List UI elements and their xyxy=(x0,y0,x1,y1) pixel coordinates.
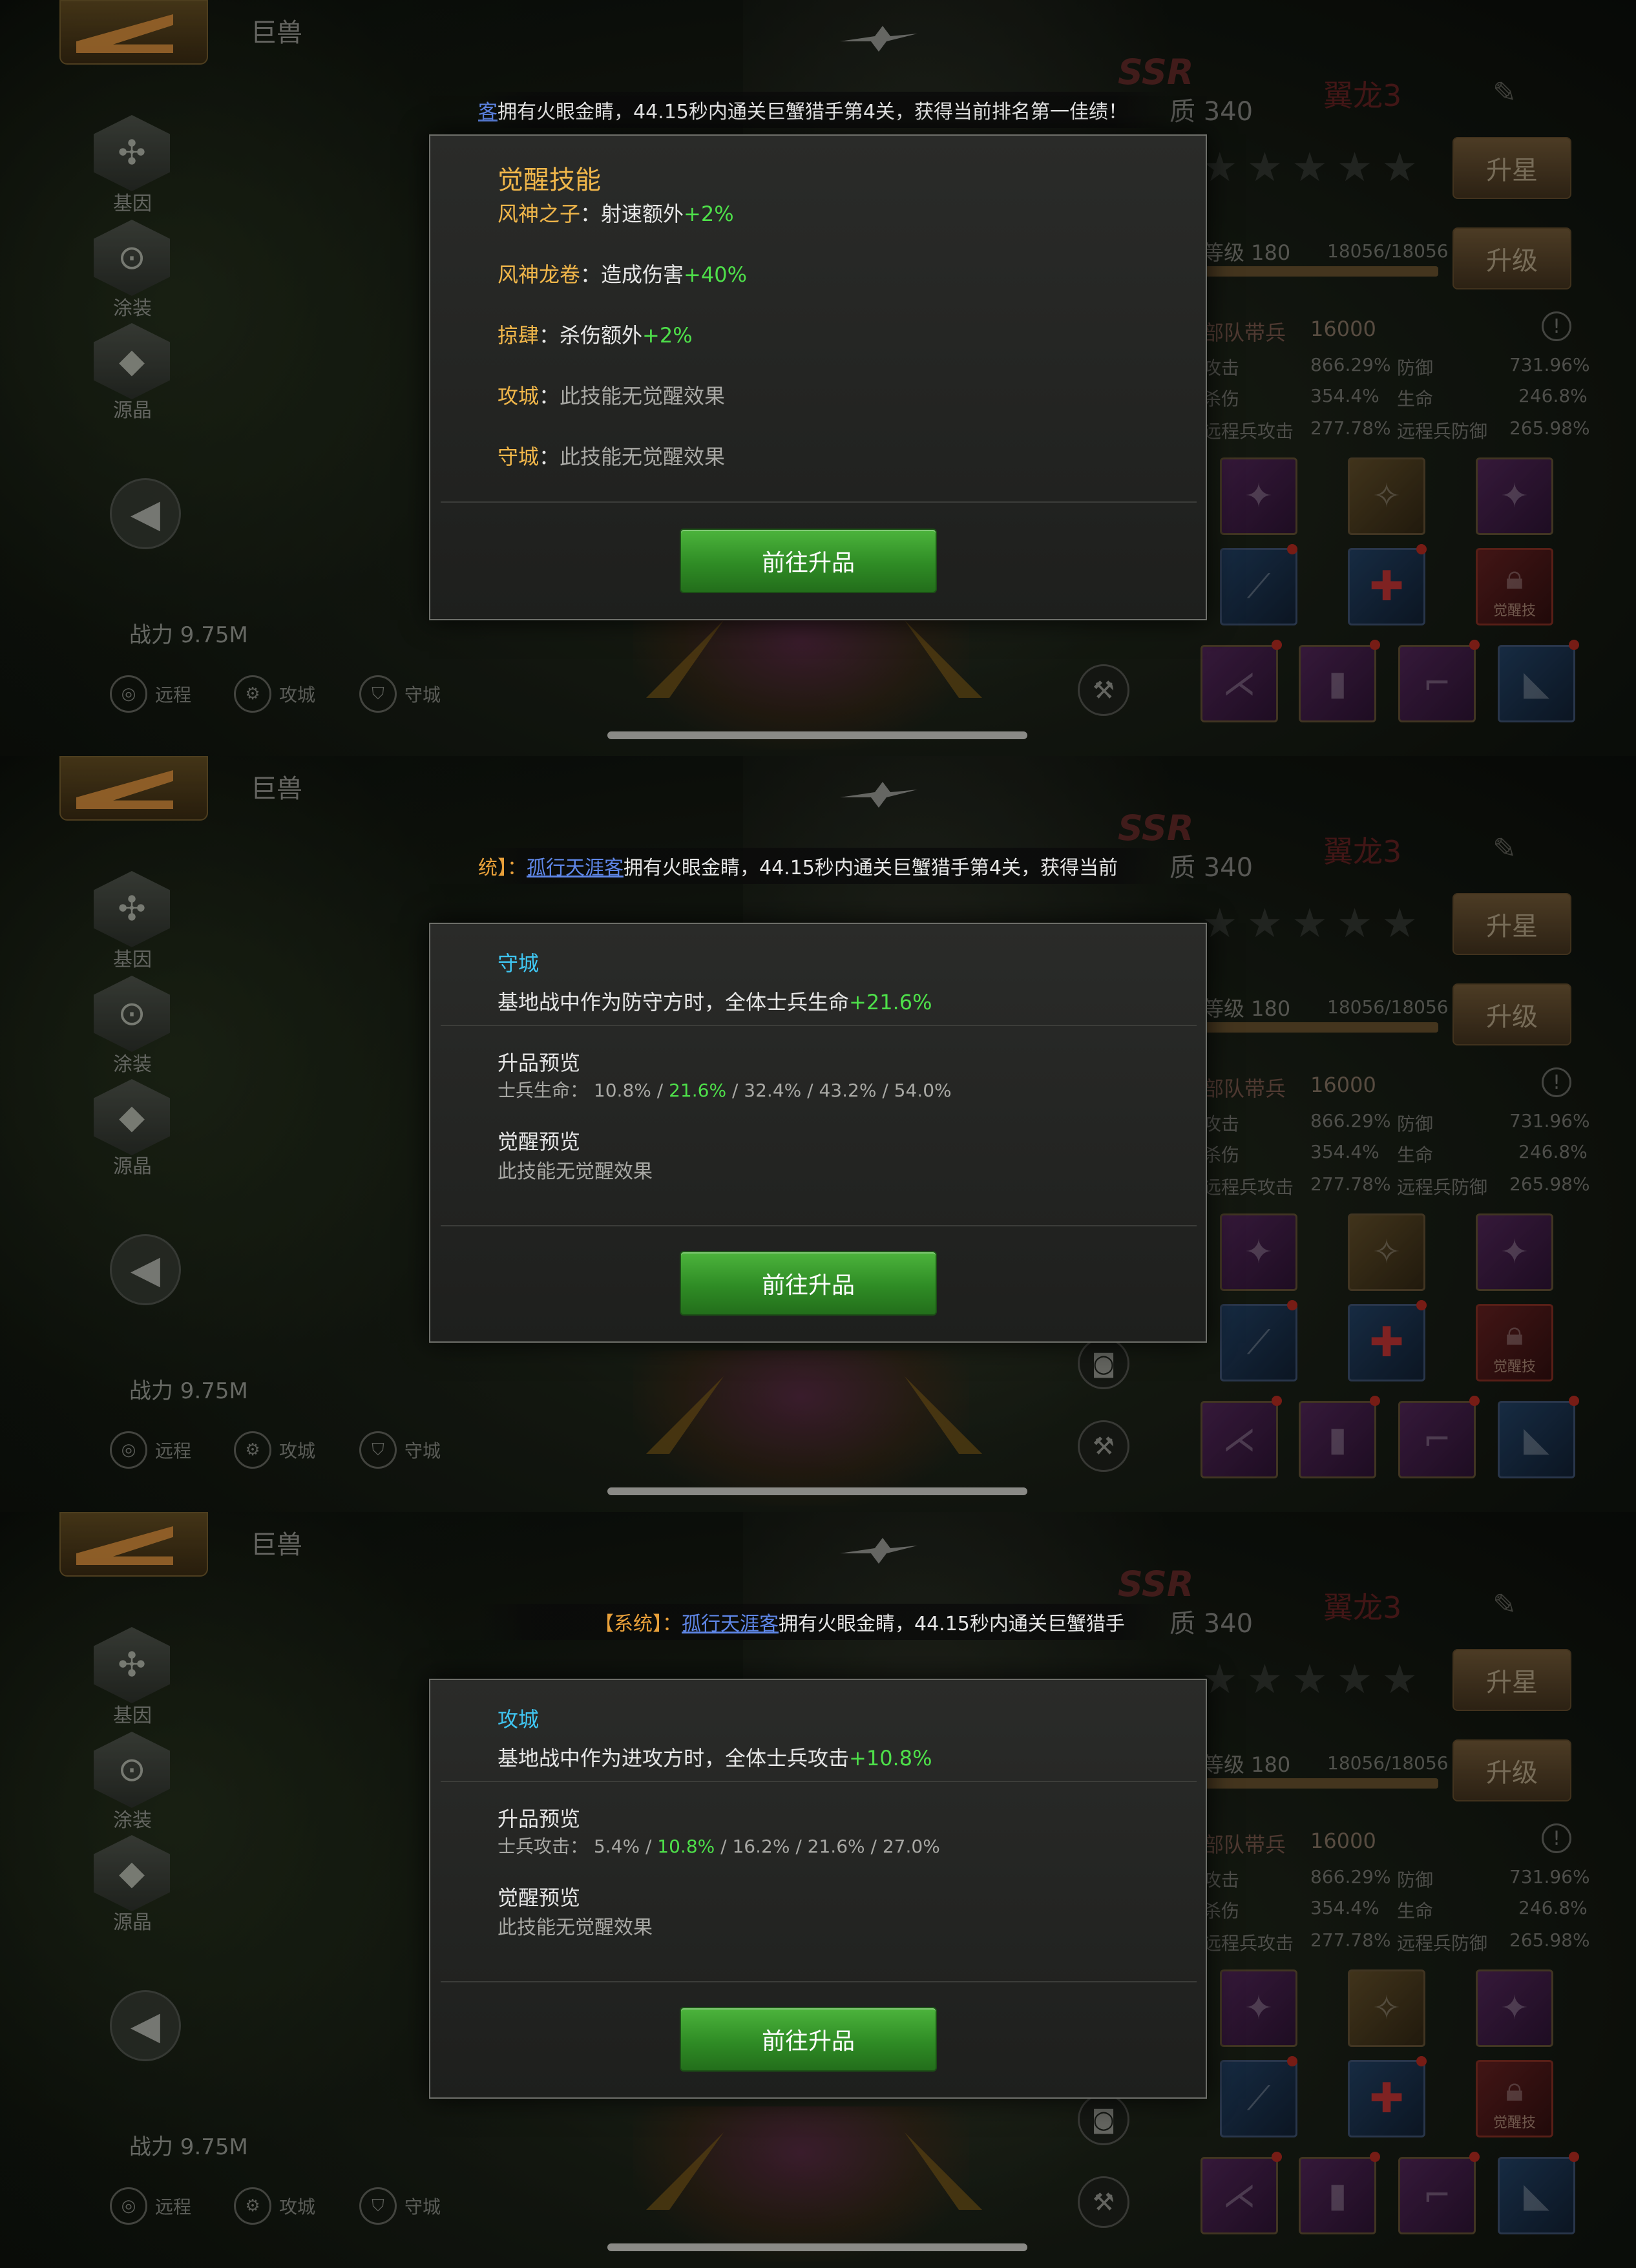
skill-sep: ： xyxy=(539,384,560,408)
go-upgrade-button[interactable]: 前往升品 xyxy=(680,529,937,593)
skill-line: 风神之子：射速额外+2% xyxy=(498,198,734,227)
awaken-title: 觉醒预览 xyxy=(498,1885,581,1910)
dialog-divider xyxy=(441,1225,1197,1226)
preview-value-current: 21.6% xyxy=(669,1080,727,1101)
skill-name: 掠肆 xyxy=(498,323,540,348)
broadcast-prefix: 统】： xyxy=(478,857,527,879)
description-bonus: +10.8% xyxy=(849,1746,932,1770)
skill-line: 掠肆：杀伤额外+2% xyxy=(498,319,693,349)
awaken-description: 此技能无觉醒效果 xyxy=(498,1916,653,1939)
skill-sep: ： xyxy=(539,445,560,469)
skill-detail-dialog: 守城 基地战中作为防守方时，全体士兵生命+21.6% 升品预览 士兵生命： 10… xyxy=(429,923,1207,1343)
preview-value: 10.8% xyxy=(593,1080,651,1101)
skill-desc: 射速额外 xyxy=(601,202,684,226)
skill-bonus: +2% xyxy=(642,323,693,348)
system-broadcast: 【系统】： 孤行天涯客 拥有火眼金睛，44.15秒内通关巨蟹猎手 xyxy=(478,1604,1169,1640)
preview-value: 16.2% xyxy=(732,1836,790,1857)
broadcast-text: 拥有火眼金睛，44.15秒内通关巨蟹猎手 xyxy=(779,1613,1125,1635)
screen-defense-skill: 巨兽 ✣ 基因 ⊙ 涂装 ◆ 源晶 ◀ 战力 9.75M ◎ 远程 ⚙ 攻城 ⛉ 守城… xyxy=(0,756,1636,1512)
screen-awakening-skills: 巨兽 ✣ 基因 ⊙ 涂装 ◆ 源晶 ◀ 战力 9.75M ◎ 远程 ⚙ 攻城 ⛉ 守城… xyxy=(0,0,1636,756)
skill-detail-dialog: 攻城 基地战中作为进攻方时，全体士兵攻击+10.8% 升品预览 士兵攻击： 5.… xyxy=(429,1679,1207,2099)
skill-desc: 此技能无觉醒效果 xyxy=(560,445,726,469)
system-broadcast: 统】： 孤行天涯客 拥有火眼金睛，44.15秒内通关巨蟹猎手第4关，获得当前 xyxy=(478,848,1169,884)
home-indicator xyxy=(607,2243,1027,2251)
go-upgrade-button[interactable]: 前往升品 xyxy=(680,1251,937,1316)
go-upgrade-button[interactable]: 前往升品 xyxy=(680,2007,937,2072)
dialog-divider xyxy=(441,1025,1197,1026)
skill-sep: ： xyxy=(580,262,602,287)
preview-values: 士兵攻击： 5.4% / 10.8% / 16.2% / 21.6% / 27.… xyxy=(498,1836,940,1857)
broadcast-prefix: 【系统】： xyxy=(594,1613,682,1635)
preview-title: 升品预览 xyxy=(498,1051,581,1075)
preview-value: 27.0% xyxy=(882,1836,940,1857)
broadcast-player-link[interactable]: 孤行天涯客 xyxy=(682,1608,779,1636)
screen-siege-skill: 巨兽 ✣ 基因 ⊙ 涂装 ◆ 源晶 ◀ 战力 9.75M ◎ 远程 ⚙ 攻城 ⛉ 守城… xyxy=(0,1512,1636,2268)
broadcast-text: 拥有火眼金睛，44.15秒内通关巨蟹猎手第4关，获得当前 xyxy=(624,857,1118,879)
skill-bonus: +2% xyxy=(684,202,734,226)
skill-line: 守城：此技能无觉醒效果 xyxy=(498,441,725,470)
description-text: 基地战中作为进攻方时，全体士兵攻击 xyxy=(498,1746,850,1770)
broadcast-prefix: 客 xyxy=(478,101,498,123)
preview-title: 升品预览 xyxy=(498,1807,581,1831)
preview-value-current: 10.8% xyxy=(657,1836,715,1857)
skill-name: 风神龙卷 xyxy=(498,262,581,287)
skill-name: 守城 xyxy=(498,445,540,469)
skill-sep: ： xyxy=(539,323,560,348)
skill-name: 风神之子 xyxy=(498,202,581,226)
system-broadcast: 客拥有火眼金睛，44.15秒内通关巨蟹猎手第4关，获得当前排名第一佳绩！ xyxy=(478,92,1169,128)
awaken-title: 觉醒预览 xyxy=(498,1129,581,1154)
dialog-title: 觉醒技能 xyxy=(498,165,601,195)
skill-line: 攻城：此技能无觉醒效果 xyxy=(498,380,725,410)
dialog-divider xyxy=(441,1781,1197,1782)
preview-label: 士兵生命： xyxy=(498,1080,589,1101)
preview-value: 43.2% xyxy=(819,1080,877,1101)
skill-desc: 造成伤害 xyxy=(601,262,684,287)
preview-value: 5.4% xyxy=(593,1836,640,1857)
dialog-title: 守城 xyxy=(498,951,540,976)
preview-values: 士兵生命： 10.8% / 21.6% / 32.4% / 43.2% / 54… xyxy=(498,1080,952,1101)
awakening-skill-dialog: 觉醒技能 风神之子：射速额外+2% 风神龙卷：造成伤害+40% 掠肆：杀伤额外+… xyxy=(429,134,1207,620)
broadcast-text: 拥有火眼金睛，44.15秒内通关巨蟹猎手第4关，获得当前排名第一佳绩！ xyxy=(498,101,1127,123)
awaken-description: 此技能无觉醒效果 xyxy=(498,1160,653,1183)
preview-value: 32.4% xyxy=(744,1080,802,1101)
skill-desc: 此技能无觉醒效果 xyxy=(560,384,726,408)
broadcast-player-link[interactable]: 孤行天涯客 xyxy=(527,852,624,880)
skill-desc: 杀伤额外 xyxy=(560,323,643,348)
dialog-divider xyxy=(441,501,1197,503)
home-indicator xyxy=(607,1487,1027,1495)
description-bonus: +21.6% xyxy=(849,990,932,1014)
preview-value: 21.6% xyxy=(807,1836,865,1857)
skill-bonus: +40% xyxy=(684,262,747,287)
preview-value: 54.0% xyxy=(894,1080,952,1101)
skill-sep: ： xyxy=(580,202,602,226)
skill-description: 基地战中作为进攻方时，全体士兵攻击+10.8% xyxy=(498,1742,932,1772)
preview-label: 士兵攻击： xyxy=(498,1836,589,1857)
skill-name: 攻城 xyxy=(498,384,540,408)
dialog-divider xyxy=(441,1981,1197,1982)
dialog-title: 攻城 xyxy=(498,1707,540,1732)
skill-line: 风神龙卷：造成伤害+40% xyxy=(498,258,747,288)
home-indicator xyxy=(607,731,1027,739)
skill-description: 基地战中作为防守方时，全体士兵生命+21.6% xyxy=(498,986,932,1016)
description-text: 基地战中作为防守方时，全体士兵生命 xyxy=(498,990,850,1014)
